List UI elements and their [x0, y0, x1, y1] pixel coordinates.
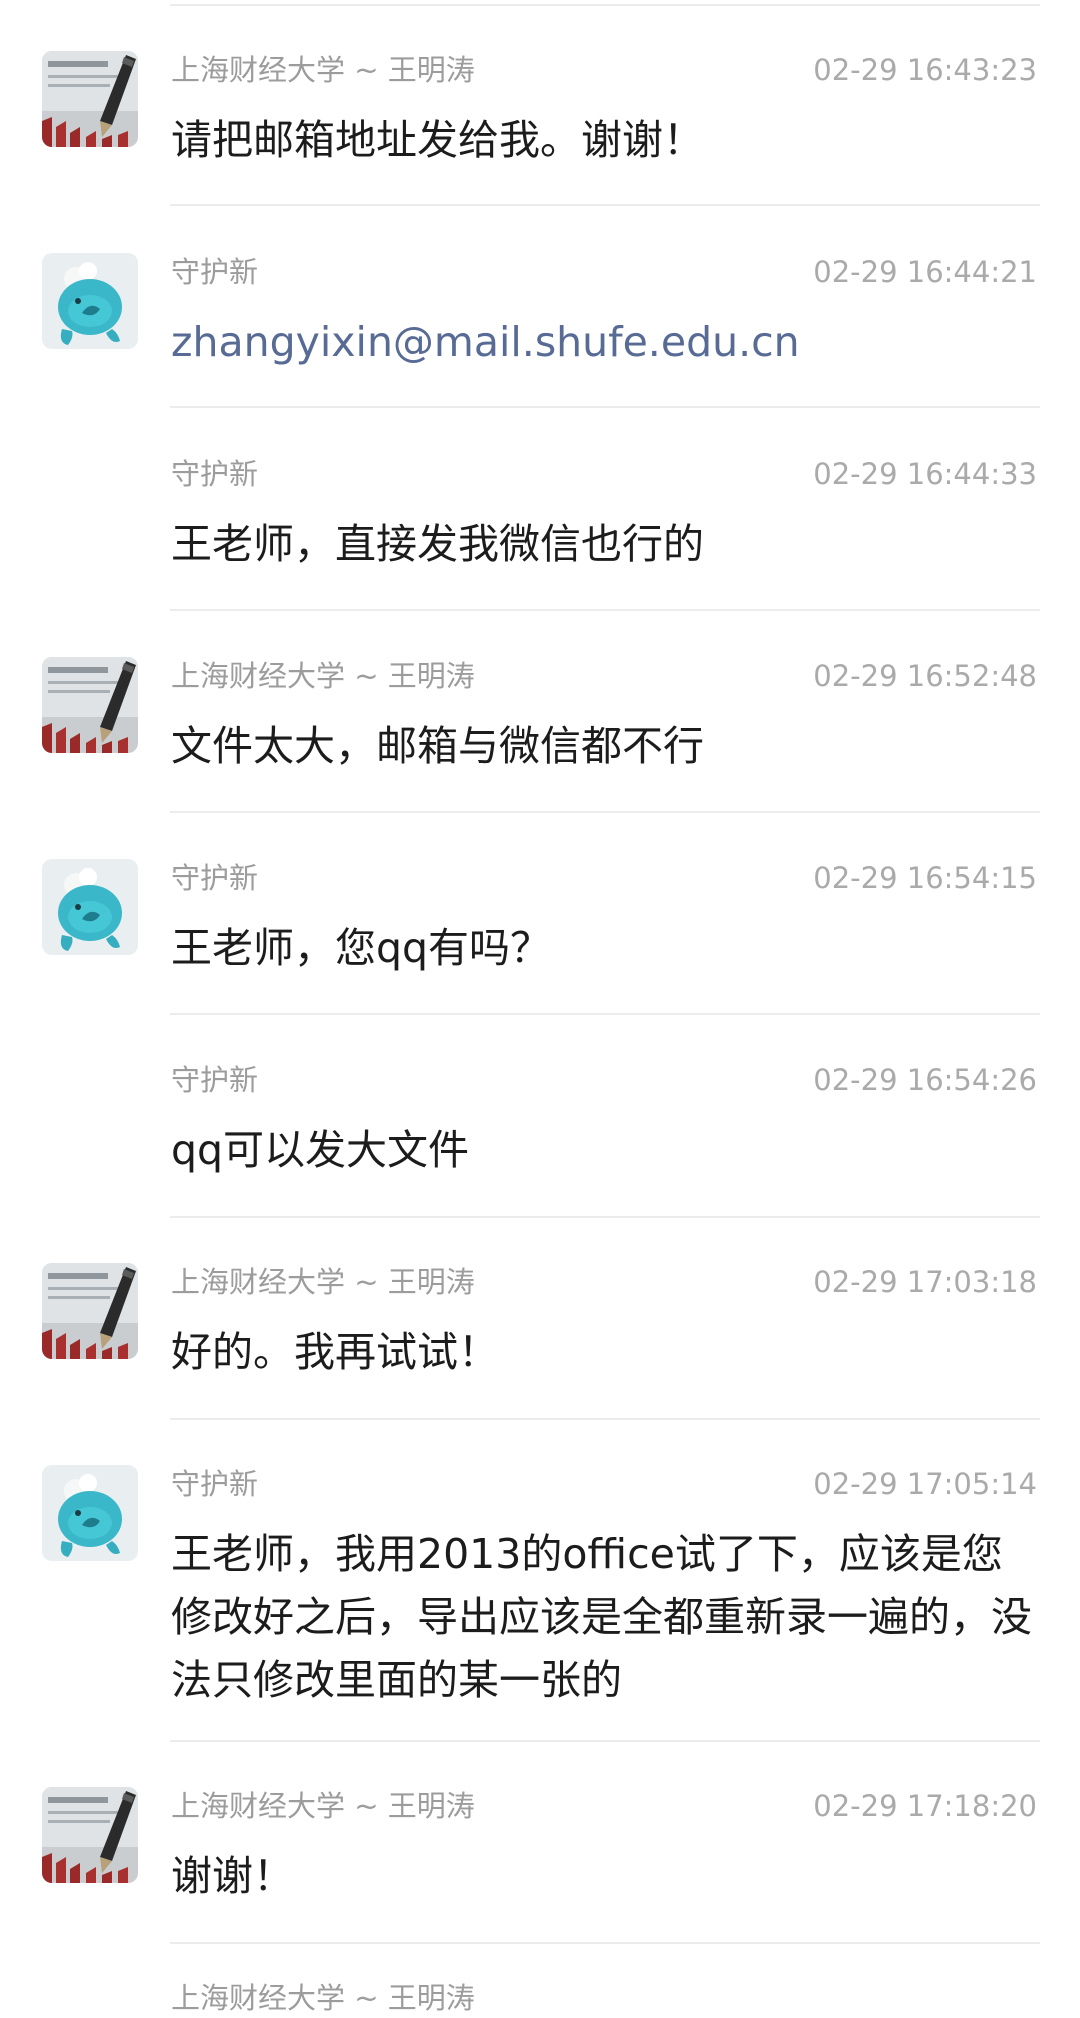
message-text: 请把邮箱地址发给我。谢谢！ — [171, 116, 704, 164]
sender-name: 上海财经大学 ~ 王明涛 — [171, 1789, 475, 1823]
pen-on-paper-avatar[interactable] — [42, 657, 138, 753]
pen-on-paper-avatar[interactable] — [42, 1787, 138, 1883]
sender-name: 守护新 — [171, 861, 259, 895]
divider — [170, 204, 1040, 206]
pen-on-paper-avatar[interactable] — [42, 51, 138, 147]
message-timestamp: 02-29 16:54:15 — [813, 861, 1037, 895]
sender-name: 上海财经大学 ~ 王明涛 — [171, 1265, 475, 1299]
message-text: 谢谢！ — [171, 1852, 294, 1900]
divider — [170, 1740, 1040, 1742]
divider — [170, 811, 1040, 813]
blue-toy-avatar[interactable] — [42, 1465, 138, 1561]
message-timestamp: 02-29 16:43:23 — [813, 53, 1037, 87]
sender-name: 守护新 — [171, 457, 259, 491]
message-text: 王老师，您qq有吗？ — [171, 924, 552, 972]
message-text: 文件太大，邮箱与微信都不行 — [171, 722, 704, 770]
divider — [170, 609, 1040, 611]
message-timestamp: 02-29 16:54:26 — [813, 1063, 1037, 1097]
message-timestamp: 02-29 16:44:33 — [813, 457, 1037, 491]
sender-name: 守护新 — [171, 1063, 259, 1097]
divider — [170, 4, 1040, 6]
divider — [170, 1418, 1040, 1420]
sender-name-cutoff: 上海财经大学 ~ 王明涛 — [171, 1981, 475, 2015]
message-timestamp: 02-29 17:18:20 — [813, 1789, 1037, 1823]
divider — [170, 1216, 1040, 1218]
blue-toy-avatar[interactable] — [42, 859, 138, 955]
message-timestamp: 02-29 16:44:21 — [813, 255, 1037, 289]
sender-name: 守护新 — [171, 255, 259, 289]
message-text: 王老师，直接发我微信也行的 — [171, 520, 704, 568]
message-timestamp: 02-29 17:05:14 — [813, 1467, 1037, 1501]
divider — [170, 1013, 1040, 1015]
chat-message-list[interactable]: 上海财经大学 ~ 王明涛 02-29 16:43:23 请把邮箱地址发给我。谢谢… — [0, 0, 1080, 2015]
message-timestamp: 02-29 17:03:18 — [813, 1265, 1037, 1299]
blue-toy-avatar[interactable] — [42, 253, 138, 349]
divider — [170, 406, 1040, 408]
message-text: qq可以发大文件 — [171, 1126, 470, 1174]
sender-name: 上海财经大学 ~ 王明涛 — [171, 53, 475, 87]
divider — [170, 1942, 1040, 1944]
message-timestamp: 02-29 16:52:48 — [813, 659, 1037, 693]
message-text: 王老师，我用2013的office试了下，应该是您修改好之后，导出应该是全都重新… — [171, 1530, 1032, 1704]
sender-name: 守护新 — [171, 1467, 259, 1501]
email-link[interactable]: zhangyixin@mail.shufe.edu.cn — [171, 311, 1043, 374]
message-text: 好的。我再试试！ — [171, 1328, 499, 1376]
sender-name: 上海财经大学 ~ 王明涛 — [171, 659, 475, 693]
pen-on-paper-avatar[interactable] — [42, 1263, 138, 1359]
